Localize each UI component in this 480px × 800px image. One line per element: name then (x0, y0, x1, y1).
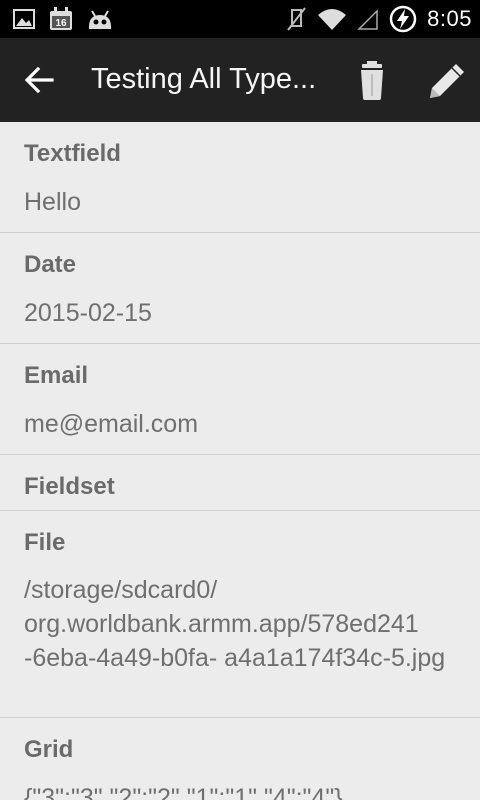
calendar-16-icon: 16 (50, 7, 72, 30)
status-time: 8:05 (427, 6, 472, 31)
field-label: Date (24, 251, 77, 278)
field-value: {"3":"3","2":"2","1":"1","4":"4"} (24, 784, 343, 800)
field-value: /storage/sdcard0/ org.worldbank.armm.app… (24, 576, 446, 672)
page-title: Testing All Type... (91, 63, 317, 95)
field-label: Textfield (24, 140, 121, 167)
system-icons: 8:05 (285, 4, 472, 34)
field-value: Hello (24, 188, 81, 216)
back-arrow-icon[interactable] (22, 62, 62, 98)
field-label: File (24, 529, 66, 556)
signal-icon (357, 9, 378, 30)
calendar-day: 16 (55, 18, 67, 29)
notification-icons: 16 (12, 7, 114, 31)
image-notification-icon (13, 9, 35, 29)
wifi-icon (318, 9, 347, 30)
pencil-icon[interactable] (422, 58, 468, 102)
android-notification-icon (89, 10, 111, 29)
field-textfield: Textfield Hello (0, 122, 480, 233)
field-value: me@email.com (24, 410, 199, 438)
mute-icon (287, 7, 306, 31)
field-grid: Grid {"3":"3","2":"2","1":"1","4":"4"} (0, 718, 480, 800)
field-label: Email (24, 362, 89, 389)
field-date: Date 2015-02-15 (0, 233, 480, 344)
battery-charging-icon (389, 5, 417, 33)
field-email: Email me@email.com (0, 344, 480, 455)
detail-list[interactable]: Textfield Hello Date 2015-02-15 Email me… (0, 122, 480, 800)
field-value: 2015-02-15 (24, 299, 152, 327)
status-bar: 16 8:05 (0, 0, 480, 38)
field-label: Grid (24, 736, 74, 763)
field-file: File /storage/sdcard0/ org.worldbank.arm… (0, 511, 480, 718)
field-label: Fieldset (24, 473, 115, 500)
action-bar: Testing All Type... (0, 38, 480, 122)
trash-icon[interactable] (352, 60, 392, 102)
field-fieldset: Fieldset (0, 455, 480, 511)
